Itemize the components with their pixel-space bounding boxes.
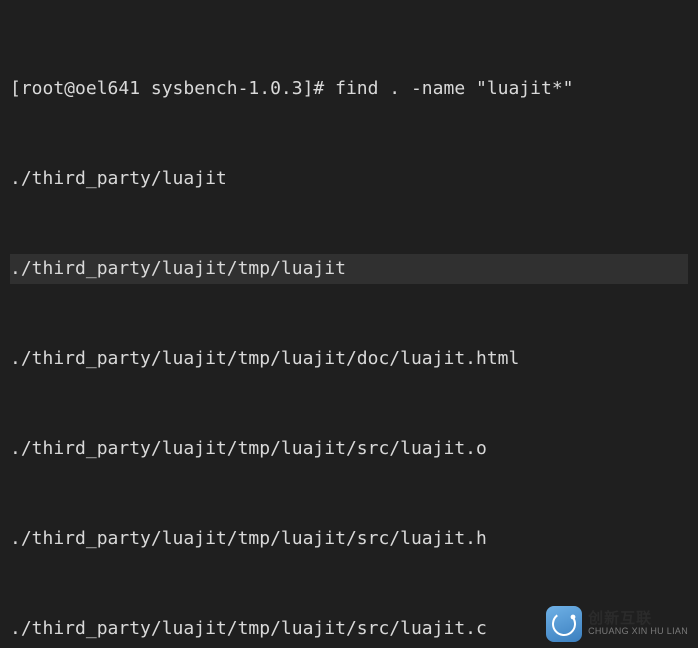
output-line: ./third_party/luajit/tmp/luajit/doc/luaj…: [10, 344, 688, 374]
terminal-window[interactable]: [root@oel641 sysbench-1.0.3]# find . -na…: [0, 0, 698, 648]
output-line: ./third_party/luajit/tmp/luajit/src/luaj…: [10, 524, 688, 554]
output-line: ./third_party/luajit: [10, 164, 688, 194]
logo-icon: [546, 606, 582, 642]
output-line: ./third_party/luajit/tmp/luajit/src/luaj…: [10, 434, 688, 464]
output-line-selected: ./third_party/luajit/tmp/luajit: [10, 254, 688, 284]
shell-prompt: [root@oel641 sysbench-1.0.3]#: [10, 78, 335, 99]
logo-text-pinyin: CHUANG XIN HU LIAN: [588, 627, 688, 636]
logo-text-cn: 创新互联: [588, 611, 688, 627]
shell-command: find . -name "luajit*": [335, 78, 573, 99]
logo-text: 创新互联 CHUANG XIN HU LIAN: [588, 611, 688, 636]
watermark-logo: 创新互联 CHUANG XIN HU LIAN: [546, 606, 688, 642]
prompt-line: [root@oel641 sysbench-1.0.3]# find . -na…: [10, 74, 688, 104]
